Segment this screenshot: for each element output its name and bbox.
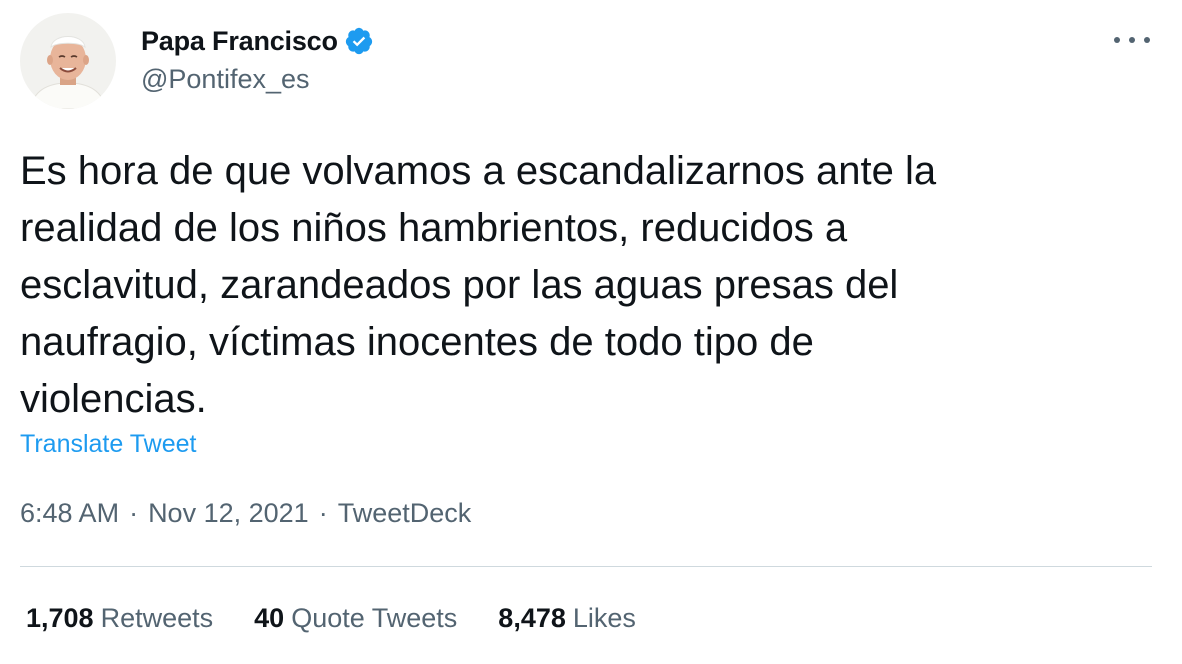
retweets-count: 1,708 <box>26 603 94 633</box>
retweets-stat[interactable]: 1,708 Retweets <box>26 603 213 634</box>
author-avatar[interactable] <box>20 13 116 109</box>
engagement-stats: 1,708 Retweets 40 Quote Tweets 8,478 Likes <box>26 603 677 634</box>
author-handle[interactable]: @Pontifex_es <box>141 64 310 95</box>
likes-label: Likes <box>572 603 636 633</box>
quote-tweets-label: Quote Tweets <box>291 603 458 633</box>
more-dot <box>1144 37 1150 43</box>
tweet-date[interactable]: Nov 12, 2021 <box>148 498 309 529</box>
more-options-icon[interactable] <box>1114 32 1150 48</box>
tweet-metadata: 6:48 AM · Nov 12, 2021 · TweetDeck <box>20 498 471 529</box>
likes-count: 8,478 <box>498 603 566 633</box>
author-name-row: Papa Francisco <box>141 24 374 58</box>
pope-portrait-icon <box>20 13 116 109</box>
tweet-time[interactable]: 6:48 AM <box>20 498 119 529</box>
meta-separator: · <box>129 498 139 528</box>
more-dot <box>1114 37 1120 43</box>
tweet-text: Es hora de que volvamos a escandalizarno… <box>20 149 937 421</box>
verified-badge-icon <box>344 26 374 56</box>
likes-stat[interactable]: 8,478 Likes <box>498 603 636 634</box>
quote-tweets-count: 40 <box>254 603 285 633</box>
retweets-label: Retweets <box>100 603 214 633</box>
tweet-source[interactable]: TweetDeck <box>338 498 472 529</box>
more-dot <box>1129 37 1135 43</box>
author-display-name[interactable]: Papa Francisco <box>141 26 338 57</box>
quote-tweets-stat[interactable]: 40 Quote Tweets <box>254 603 457 634</box>
tweet-card: Papa Francisco @Pontifex_es Es hora de q… <box>0 0 1182 664</box>
meta-separator: · <box>318 498 328 528</box>
translate-tweet-link[interactable]: Translate Tweet <box>20 430 196 459</box>
divider <box>20 566 1152 567</box>
